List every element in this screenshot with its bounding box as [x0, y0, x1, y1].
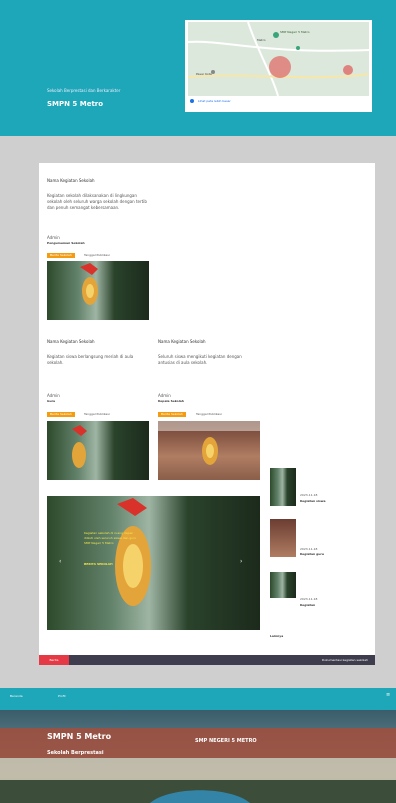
banner-title: SMPN 5 Metro	[47, 732, 112, 741]
sidebar-thumbnail[interactable]	[270, 519, 296, 557]
post-date: Kepala Sekolah	[158, 399, 184, 403]
post-excerpt: Kegiatan siswa berlangsung meriah di aul…	[47, 354, 134, 365]
map-label: Pasar Kota	[196, 72, 212, 76]
post-excerpt: Kegiatan sekolah dilaksanakan di lingkun…	[47, 193, 147, 210]
post-title[interactable]: Nama Kegiatan Sekolah	[47, 339, 95, 344]
post-title[interactable]: Nama Kegiatan Sekolah	[158, 339, 206, 344]
slider-prev-icon[interactable]: ‹	[59, 558, 61, 565]
map-larger-link[interactable]: Lihat peta lebih besar	[198, 99, 231, 103]
decoration-image	[80, 263, 98, 305]
ticker-badge: Berita	[39, 655, 69, 665]
post-title[interactable]: Nama Kegiatan Sekolah	[47, 178, 95, 183]
post-meta: Tanggal Publikasi	[84, 412, 110, 416]
category-badge[interactable]: Berita Sekolah	[47, 253, 75, 258]
school-building-image	[0, 728, 396, 803]
ticker-text[interactable]: Dokumentasi kegiatan sekolah	[250, 656, 368, 664]
post-date: Pengumuman Sekolah	[47, 241, 85, 245]
map-label: Metro	[257, 38, 266, 42]
slider-caption: BERITA SEKOLAH	[84, 562, 113, 566]
school-sign: SMP NEGERI 5 METRO	[195, 738, 257, 744]
decoration-image	[115, 498, 151, 606]
sidebar-date: 2023-11-18	[300, 597, 318, 601]
post-thumbnail[interactable]	[47, 261, 149, 320]
post-meta: Tanggal Publikasi	[84, 253, 110, 257]
decoration-image	[158, 421, 260, 465]
post-meta: Tanggal Publikasi	[196, 412, 222, 416]
decoration-image	[72, 425, 87, 468]
footer-banner	[0, 710, 396, 803]
sidebar-title[interactable]: Kegiatan siswa	[300, 499, 326, 503]
post-thumbnail[interactable]	[158, 421, 260, 480]
sidebar-footer-link[interactable]: Lainnya	[270, 634, 283, 638]
slider-next-icon[interactable]: ›	[240, 558, 242, 565]
sidebar-title[interactable]: Kegiatan guru	[300, 552, 324, 556]
sidebar-title[interactable]: Kegiatan	[300, 603, 315, 607]
category-badge[interactable]: Berita Sekolah	[158, 412, 186, 417]
sidebar-date: 2023-11-18	[300, 493, 318, 497]
banner-subtitle: Sekolah Berprestasi	[47, 750, 104, 756]
site-tagline: Sekolah Berprestasi dan Berkarakter	[47, 88, 121, 93]
post-thumbnail[interactable]	[47, 421, 149, 480]
sidebar-thumbnail[interactable]	[270, 572, 296, 598]
slider-caption-text: Kegiatan sekolah di ruang depan diikuti …	[84, 531, 137, 545]
map-pin-icon	[190, 99, 194, 103]
post-excerpt: Seluruh siswa mengikuti kegiatan dengan …	[158, 354, 242, 365]
site-title[interactable]: SMPN 5 Metro	[47, 100, 103, 108]
bottom-navigation	[0, 688, 396, 710]
nav-item-profile[interactable]: Profil	[58, 694, 65, 698]
post-date: Guru	[47, 399, 56, 403]
featured-slider[interactable]	[47, 496, 260, 630]
menu-icon[interactable]: ≡	[386, 692, 390, 698]
nav-item-home[interactable]: Beranda	[10, 694, 23, 698]
sidebar-thumbnail[interactable]	[270, 468, 296, 506]
map-label: SMP Negeri 5 Metro	[280, 30, 310, 34]
category-badge[interactable]: Berita Sekolah	[47, 412, 75, 417]
